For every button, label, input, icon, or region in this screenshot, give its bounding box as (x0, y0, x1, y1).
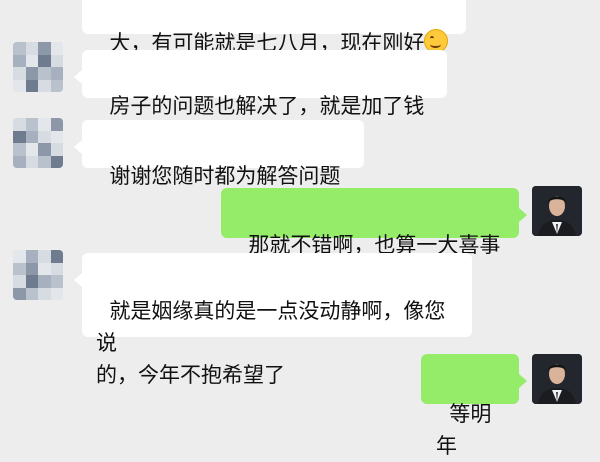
message-bubble-incoming[interactable]: 就是姻缘真的是一点没动静啊，像您说 的，今年不抱希望了 (74, 253, 472, 387)
message-text: 谢谢您随时都为解答问题 (109, 164, 341, 188)
message-bubble-incoming[interactable]: 大，有可能就是七八月，现在刚好 (82, 0, 466, 55)
message-bubble-incoming[interactable]: 谢谢您随时都为解答问题 (74, 120, 364, 188)
message-text: 就是姻缘真的是一点没动静啊，像您说 的，今年不抱希望了 (96, 299, 446, 387)
profile-photo-avatar-icon (532, 186, 582, 236)
contact-avatar[interactable] (13, 250, 63, 300)
contact-avatar[interactable] (13, 118, 63, 168)
message-text: 房子的问题也解决了，就是加了钱 (109, 94, 425, 118)
message-bubble-incoming[interactable]: 房子的问题也解决了，就是加了钱 (74, 50, 447, 118)
contact-avatar[interactable] (13, 42, 63, 92)
my-avatar[interactable] (532, 186, 582, 236)
message-bubble-outgoing[interactable]: 那就不错啊，也算一大喜事 (221, 188, 527, 257)
message-text: 等明年 (436, 402, 492, 458)
profile-photo-avatar-icon (532, 354, 582, 404)
message-bubble-outgoing[interactable]: 等明年 (421, 354, 527, 458)
my-avatar[interactable] (532, 354, 582, 404)
